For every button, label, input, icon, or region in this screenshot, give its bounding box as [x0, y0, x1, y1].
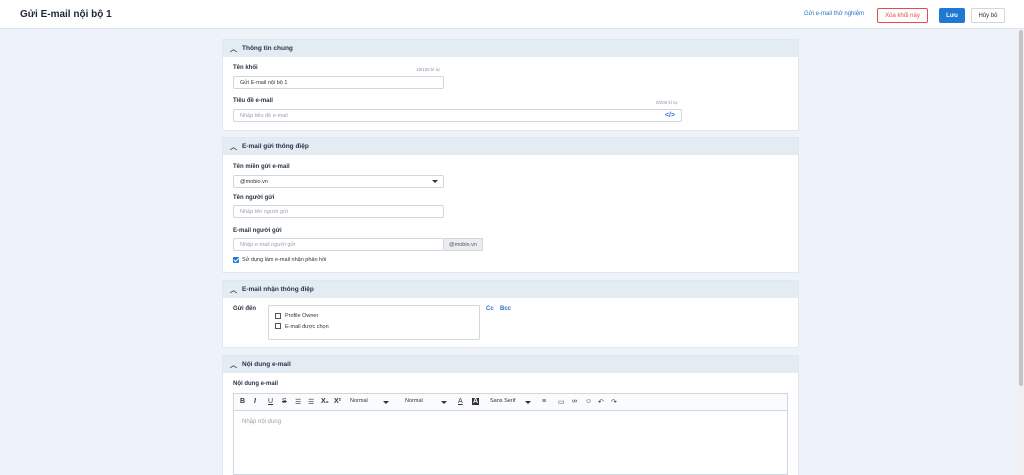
- recipient-header[interactable]: ︿ E-mail nhận thông điệp: [223, 281, 798, 298]
- sender-name-label: Tên người gửi: [233, 195, 275, 201]
- size-select[interactable]: Normal: [405, 398, 423, 404]
- chevron-up-icon: ︿: [230, 143, 237, 151]
- top-bar: Gửi E-mail nội bộ 1 Gửi e-mail thử nghiệ…: [0, 0, 1024, 29]
- scrollbar-thumb[interactable]: [1019, 30, 1023, 386]
- email-subject-input[interactable]: Nhập tiêu đề e-mail </>: [233, 109, 682, 122]
- domain-label: Tên miền gửi e-mail: [233, 164, 290, 170]
- header-select[interactable]: Normal: [350, 398, 368, 404]
- sender-email-label: E-mail người gửi: [233, 228, 282, 234]
- cancel-button[interactable]: Hủy bỏ: [971, 8, 1005, 23]
- selected-email-label: E-mail được chọn: [285, 324, 329, 330]
- bcc-link[interactable]: Bcc: [500, 306, 511, 312]
- sender-email-input[interactable]: Nhập e-mail người gửi: [233, 238, 444, 251]
- caret-down-icon: [432, 180, 438, 183]
- editor-toolbar: B I U S ☰ ☰ X₂ X² Normal Normal A A Sans…: [233, 393, 788, 411]
- italic-button[interactable]: I: [254, 398, 256, 405]
- content-title: Nội dung e-mail: [242, 361, 291, 368]
- align-button[interactable]: ≡: [542, 398, 546, 405]
- general-info-title: Thông tin chung: [242, 45, 293, 52]
- block-name-counter: 19/100 kí tự: [416, 67, 441, 72]
- email-subject-counter: 0/200 kí tự: [656, 100, 678, 105]
- background-color-button[interactable]: A: [472, 398, 480, 405]
- sender-name-input[interactable]: Nhập tên người gửi: [233, 205, 444, 218]
- font-color-button[interactable]: A: [458, 398, 463, 405]
- bullet-list-button[interactable]: ☰: [308, 398, 314, 406]
- sender-header[interactable]: ︿ E-mail gửi thông điệp: [223, 138, 798, 155]
- sender-email-placeholder: Nhập e-mail người gửi: [240, 241, 296, 248]
- underline-button[interactable]: U: [268, 398, 273, 405]
- undo-button[interactable]: ↶: [598, 398, 604, 406]
- code-icon[interactable]: </>: [665, 112, 675, 119]
- send-test-email-link[interactable]: Gửi e-mail thử nghiệm: [804, 11, 864, 17]
- sender-title: E-mail gửi thông điệp: [242, 143, 309, 150]
- chevron-up-icon: ︿: [230, 361, 237, 369]
- selected-email-checkbox[interactable]: [275, 323, 281, 329]
- caret-down-icon: [441, 401, 447, 404]
- recipient-title: E-mail nhận thông điệp: [242, 286, 314, 293]
- page-title: Gửi E-mail nội bộ 1: [20, 9, 112, 20]
- strikethrough-button[interactable]: S: [282, 398, 287, 405]
- recipient-box[interactable]: [268, 305, 480, 340]
- ordered-list-button[interactable]: ☰: [295, 398, 301, 406]
- caret-down-icon: [525, 401, 531, 404]
- domain-value: @mobio.vn: [240, 178, 268, 185]
- general-info-header[interactable]: ︿ Thông tin chung: [223, 40, 798, 57]
- block-name-value: Gửi E-mail nội bộ 1: [240, 79, 288, 86]
- bold-button[interactable]: B: [240, 398, 245, 405]
- save-button[interactable]: Lưu: [939, 8, 965, 23]
- font-select[interactable]: Sans Serif: [490, 398, 515, 404]
- send-to-label: Gửi đến: [233, 306, 257, 312]
- domain-select[interactable]: @mobio.vn: [233, 175, 444, 188]
- delete-block-button[interactable]: Xóa khối này: [877, 8, 928, 23]
- sender-name-placeholder: Nhập tên người gửi: [240, 208, 288, 215]
- email-subject-placeholder: Nhập tiêu đề e-mail: [240, 112, 288, 119]
- link-button[interactable]: ∞: [572, 398, 577, 405]
- profile-owner-checkbox[interactable]: [275, 313, 281, 319]
- reply-email-checkbox[interactable]: [233, 257, 239, 263]
- chevron-up-icon: ︿: [230, 286, 237, 294]
- image-button[interactable]: ▭: [558, 398, 565, 406]
- content-header[interactable]: ︿ Nội dung e-mail: [223, 356, 798, 373]
- emoji-button[interactable]: ☺: [585, 398, 592, 405]
- block-name-input[interactable]: Gửi E-mail nội bộ 1: [233, 76, 444, 89]
- reply-email-label: Sử dụng làm e-mail nhận phản hồi: [242, 257, 327, 263]
- email-subject-label: Tiêu đề e-mail: [233, 98, 273, 104]
- redo-button[interactable]: ↷: [611, 398, 617, 406]
- sender-email-suffix: @mobio.vn: [444, 238, 483, 251]
- subscript-button[interactable]: X₂: [321, 398, 329, 405]
- chevron-up-icon: ︿: [230, 45, 237, 53]
- content-label: Nội dung e-mail: [233, 381, 278, 387]
- content-editor[interactable]: Nhập nội dung: [233, 411, 788, 475]
- cc-link[interactable]: Cc: [486, 306, 494, 312]
- caret-down-icon: [383, 401, 389, 404]
- superscript-button[interactable]: X²: [334, 398, 341, 405]
- content-placeholder: Nhập nội dung: [242, 419, 282, 425]
- block-name-label: Tên khối: [233, 65, 258, 71]
- profile-owner-label: Profile Owner: [285, 313, 319, 319]
